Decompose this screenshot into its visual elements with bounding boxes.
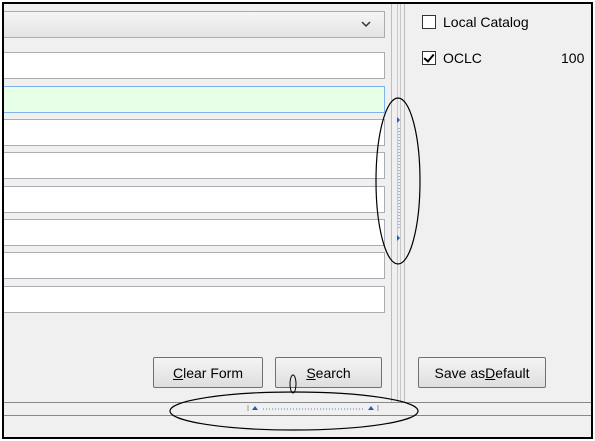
save-default-label-pre: Save as [434, 364, 486, 381]
search-field-4[interactable] [4, 152, 385, 179]
search-type-dropdown[interactable] [4, 11, 385, 38]
sources-pane: Local Catalog OCLC Save as Default [405, 4, 591, 402]
save-as-default-button[interactable]: Save as Default [418, 357, 546, 388]
search-field-2[interactable] [4, 86, 385, 113]
local-catalog-option[interactable]: Local Catalog [422, 14, 529, 30]
search-button[interactable]: Search [275, 357, 382, 388]
search-field-7[interactable] [4, 252, 385, 279]
search-field-1[interactable] [4, 52, 385, 79]
search-label-accel: S [306, 364, 316, 381]
save-default-label-accel: D [485, 364, 496, 381]
search-form-pane: Clear Form Search [4, 4, 391, 402]
search-field-8[interactable] [4, 286, 385, 313]
clear-form-label-accel: C [172, 364, 184, 381]
oclc-checkbox-icon[interactable] [422, 51, 436, 65]
search-window: Clear Form Search Local Catalog OCLC Sav… [2, 2, 593, 439]
local-catalog-checkbox-icon[interactable] [422, 15, 436, 29]
search-field-3[interactable] [4, 119, 385, 146]
horizontal-splitter-grip-icon[interactable] [247, 404, 379, 413]
clear-form-label-post: lear Form [183, 364, 244, 381]
clear-form-button[interactable]: Clear Form [153, 357, 263, 388]
status-bar [4, 416, 591, 437]
local-catalog-label: Local Catalog [443, 14, 529, 30]
oclc-limit-input[interactable] [561, 47, 591, 69]
search-field-5[interactable] [4, 186, 385, 213]
oclc-label: OCLC [443, 50, 482, 66]
save-default-label-post: efault [495, 364, 530, 381]
oclc-option[interactable]: OCLC [422, 50, 482, 66]
search-label-post: earch [315, 364, 351, 381]
vertical-splitter-grip-icon[interactable] [397, 114, 401, 244]
chevron-down-icon [361, 21, 371, 28]
search-field-6[interactable] [4, 219, 385, 246]
